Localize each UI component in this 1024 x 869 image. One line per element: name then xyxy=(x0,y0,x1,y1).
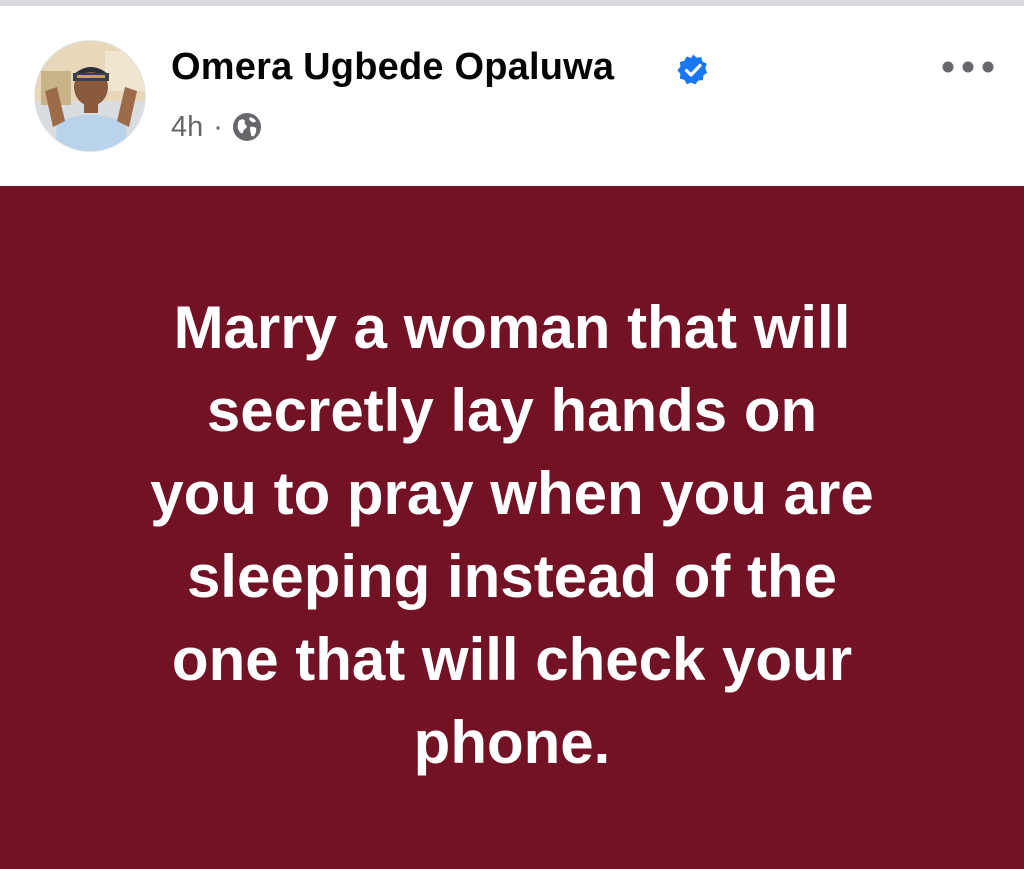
verified-badge-icon xyxy=(677,54,708,85)
post-text-line: Marry a woman that will xyxy=(173,294,851,361)
globe-icon[interactable] xyxy=(232,112,262,142)
text-post-background: Marry a woman that will secretly lay han… xyxy=(0,186,1024,869)
post-text-line: you to pray when you are xyxy=(150,460,874,527)
more-horizontal-icon xyxy=(942,61,994,73)
post-text: Marry a woman that will secretly lay han… xyxy=(60,286,964,784)
post-text-line: sleeping instead of the xyxy=(186,543,838,610)
avatar[interactable] xyxy=(34,40,146,152)
post-text-line: one that will check your xyxy=(171,626,853,693)
meta-separator: · xyxy=(213,110,223,143)
post-header: Omera Ugbede Opaluwa 4h · xyxy=(0,6,1024,186)
more-options-button[interactable] xyxy=(936,50,1000,84)
post-meta: 4h · xyxy=(171,108,262,146)
post-text-line: secretly lay hands on xyxy=(206,377,818,444)
author-name[interactable]: Omera Ugbede Opaluwa xyxy=(171,46,614,89)
post-text-line: phone. xyxy=(413,709,611,776)
post-time[interactable]: 4h xyxy=(171,111,203,144)
avatar-photo xyxy=(35,41,145,151)
